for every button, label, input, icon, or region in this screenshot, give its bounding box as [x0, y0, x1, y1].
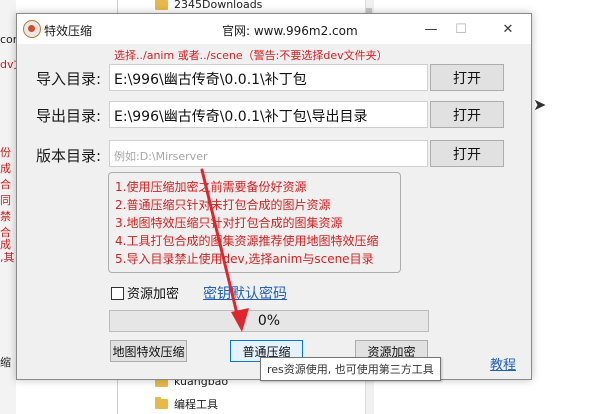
- close-button[interactable]: ✕: [493, 14, 523, 44]
- import-dir-label: 导入目录:: [36, 70, 102, 88]
- export-dir-label: 导出目录:: [36, 107, 102, 125]
- app-logo-icon: [23, 20, 41, 38]
- background-text-fragment: 份: [0, 146, 11, 159]
- note-line: 5.导入目录禁止使用dev,选择anim与scene目录: [115, 252, 374, 266]
- background-text-fragment: 禁: [0, 210, 11, 223]
- background-folder-item[interactable]: 编程工具: [155, 396, 218, 412]
- official-site-text: 官网: www.996m2.com: [222, 24, 358, 38]
- background-text-fragment: 同: [0, 194, 11, 207]
- folder-selection-hint: 选择../anim 或者../scene（警告:不要选择dev文件夹）: [114, 49, 388, 62]
- compress-dialog: 特效压缩 官网: www.996m2.com — ☐ ✕ 选择../anim 或…: [16, 13, 532, 380]
- note-line: 3.地图特效压缩只针对打包合成的图集资源: [115, 216, 343, 230]
- background-text-fragment: 缩: [0, 356, 11, 369]
- version-dir-label: 版本目录:: [36, 147, 102, 165]
- map-effect-compress-button[interactable]: 地图特效压缩: [110, 340, 187, 362]
- note-line: 2.普通压缩只针对未打包合成的图片资源: [115, 198, 331, 212]
- background-folder-item[interactable]: 2345Downloads: [155, 0, 262, 11]
- version-dir-input[interactable]: 例如:D:\Mirserver: [109, 140, 428, 167]
- export-dir-input[interactable]: E:\996\幽古传奇\0.0.1\补丁包\导出目录: [109, 101, 428, 128]
- encrypt-checkbox[interactable]: [111, 287, 124, 300]
- background-text-fragment: 合: [0, 178, 11, 191]
- title-bar[interactable]: 特效压缩 官网: www.996m2.com — ☐ ✕: [17, 14, 531, 44]
- progress-bar: 0%: [109, 310, 429, 332]
- background-text-fragment: ,其: [0, 251, 15, 264]
- progress-text: 0%: [257, 313, 281, 329]
- normal-compress-tooltip: res资源使用, 也可使用第三方工具: [260, 357, 441, 381]
- encrypt-checkbox-label[interactable]: 资源加密: [127, 283, 179, 302]
- tutorial-link[interactable]: 教程: [490, 354, 516, 373]
- import-open-button[interactable]: 打开: [430, 64, 504, 91]
- folder-name: 2345Downloads: [174, 0, 263, 11]
- version-open-button[interactable]: 打开: [430, 140, 504, 167]
- usage-notes-box: 1.使用压缩加密之前需要备份好资源 2.普通压缩只针对未打包合成的图片资源 3.…: [108, 172, 401, 273]
- minimize-button[interactable]: —: [416, 14, 446, 44]
- folder-icon: [155, 397, 168, 409]
- background-text-fragment: 成: [0, 162, 11, 175]
- export-open-button[interactable]: 打开: [430, 101, 504, 128]
- key-default-password-link[interactable]: 密钥默认密码: [203, 283, 287, 303]
- note-line: 4.工具打包合成的图集资源推荐使用地图特效压缩: [115, 234, 379, 248]
- import-dir-input[interactable]: E:\996\幽古传奇\0.0.1\补丁包: [109, 64, 428, 91]
- maximize-button[interactable]: ☐: [446, 14, 476, 44]
- folder-name: 编程工具: [174, 398, 218, 411]
- note-line: 1.使用压缩加密之前需要备份好资源: [115, 180, 307, 194]
- window-title: 特效压缩: [44, 24, 93, 38]
- folder-icon: [155, 0, 168, 10]
- mouse-cursor-icon: ➤: [533, 95, 547, 114]
